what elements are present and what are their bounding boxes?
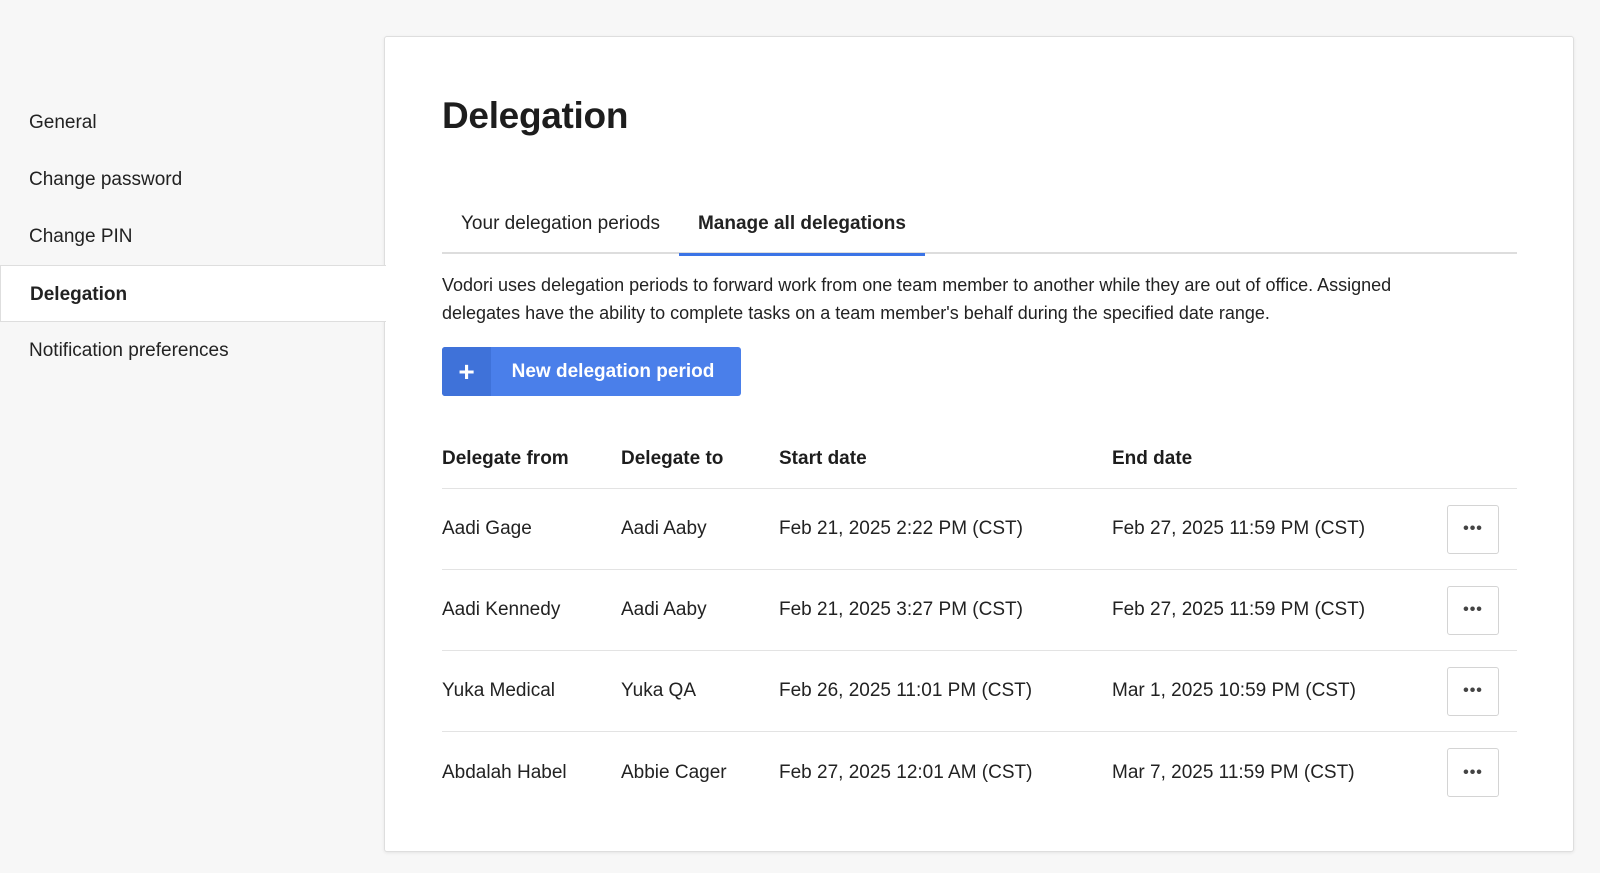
- sidebar-item-change-password[interactable]: Change password: [0, 151, 385, 208]
- sidebar-item-notification-preferences[interactable]: Notification preferences: [0, 322, 385, 379]
- more-horizontal-icon: •••: [1463, 601, 1483, 618]
- sidebar-item-change-pin[interactable]: Change PIN: [0, 208, 385, 265]
- new-delegation-period-label: New delegation period: [511, 360, 715, 382]
- delegation-description: Vodori uses delegation periods to forwar…: [442, 275, 1392, 323]
- row-actions-button[interactable]: •••: [1447, 748, 1499, 797]
- cell-delegate-from: Aadi Gage: [442, 518, 532, 539]
- cell-start-date: Feb 27, 2025 12:01 AM (CST): [779, 761, 1033, 783]
- cell-delegate-to: Yuka QA: [621, 680, 696, 701]
- cell-delegate-from: Abdalah Habel: [442, 761, 567, 783]
- delegation-panel: Delegation Your delegation periods Manag…: [384, 36, 1574, 852]
- sidebar-item-delegation[interactable]: Delegation: [0, 265, 386, 322]
- settings-sidebar: General Change password Change PIN Deleg…: [0, 94, 386, 379]
- table-row: Aadi Gage Aadi Aaby Feb 21, 2025 2:22 PM…: [442, 489, 1517, 570]
- delegations-table: Delegate from Delegate to Start date End…: [442, 430, 1517, 813]
- new-delegation-period-button[interactable]: + New delegation period: [442, 347, 741, 396]
- more-horizontal-icon: •••: [1463, 520, 1483, 537]
- cell-start-date: Feb 21, 2025 3:27 PM (CST): [779, 599, 1023, 620]
- cell-delegate-from: Yuka Medical: [442, 680, 556, 701]
- cell-delegate-to: Abbie Cager: [621, 761, 727, 783]
- tab-manage-all-delegations[interactable]: Manage all delegations: [678, 195, 925, 256]
- column-header-start-date: Start date: [779, 448, 867, 469]
- cell-end-date: Feb 27, 2025 11:59 PM (CST): [1112, 518, 1366, 539]
- column-header-delegate-to: Delegate to: [621, 448, 724, 469]
- more-horizontal-icon: •••: [1463, 682, 1483, 699]
- page-title: Delegation: [442, 95, 629, 136]
- table-row: Aadi Kennedy Aadi Aaby Feb 21, 2025 3:27…: [442, 570, 1517, 651]
- cell-start-date: Feb 26, 2025 11:01 PM (CST): [779, 680, 1033, 701]
- cell-delegate-to: Aadi Aaby: [621, 518, 707, 539]
- cell-end-date: Mar 7, 2025 11:59 PM (CST): [1112, 761, 1355, 783]
- delegation-tabs: Your delegation periods Manage all deleg…: [442, 195, 1517, 256]
- tab-your-delegation-periods[interactable]: Your delegation periods: [442, 195, 679, 254]
- row-actions-button[interactable]: •••: [1447, 585, 1499, 635]
- row-actions-button[interactable]: •••: [1447, 504, 1499, 554]
- sidebar-item-general[interactable]: General: [0, 94, 385, 151]
- plus-icon: +: [442, 347, 491, 396]
- table-row: Abdalah Habel Abbie Cager Feb 27, 2025 1…: [442, 732, 1517, 813]
- cell-end-date: Feb 27, 2025 11:59 PM (CST): [1112, 599, 1366, 620]
- cell-start-date: Feb 21, 2025 2:22 PM (CST): [779, 518, 1023, 539]
- column-header-delegate-from: Delegate from: [442, 448, 569, 469]
- table-row: Yuka Medical Yuka QA Feb 26, 2025 11:01 …: [442, 651, 1517, 732]
- cell-end-date: Mar 1, 2025 10:59 PM (CST): [1112, 680, 1356, 701]
- cell-delegate-from: Aadi Kennedy: [442, 599, 561, 620]
- column-header-end-date: End date: [1112, 448, 1193, 469]
- cell-delegate-to: Aadi Aaby: [621, 599, 707, 620]
- table-header: Delegate from Delegate to Start date End…: [442, 430, 1517, 489]
- row-actions-button[interactable]: •••: [1447, 666, 1499, 716]
- more-horizontal-icon: •••: [1463, 763, 1483, 781]
